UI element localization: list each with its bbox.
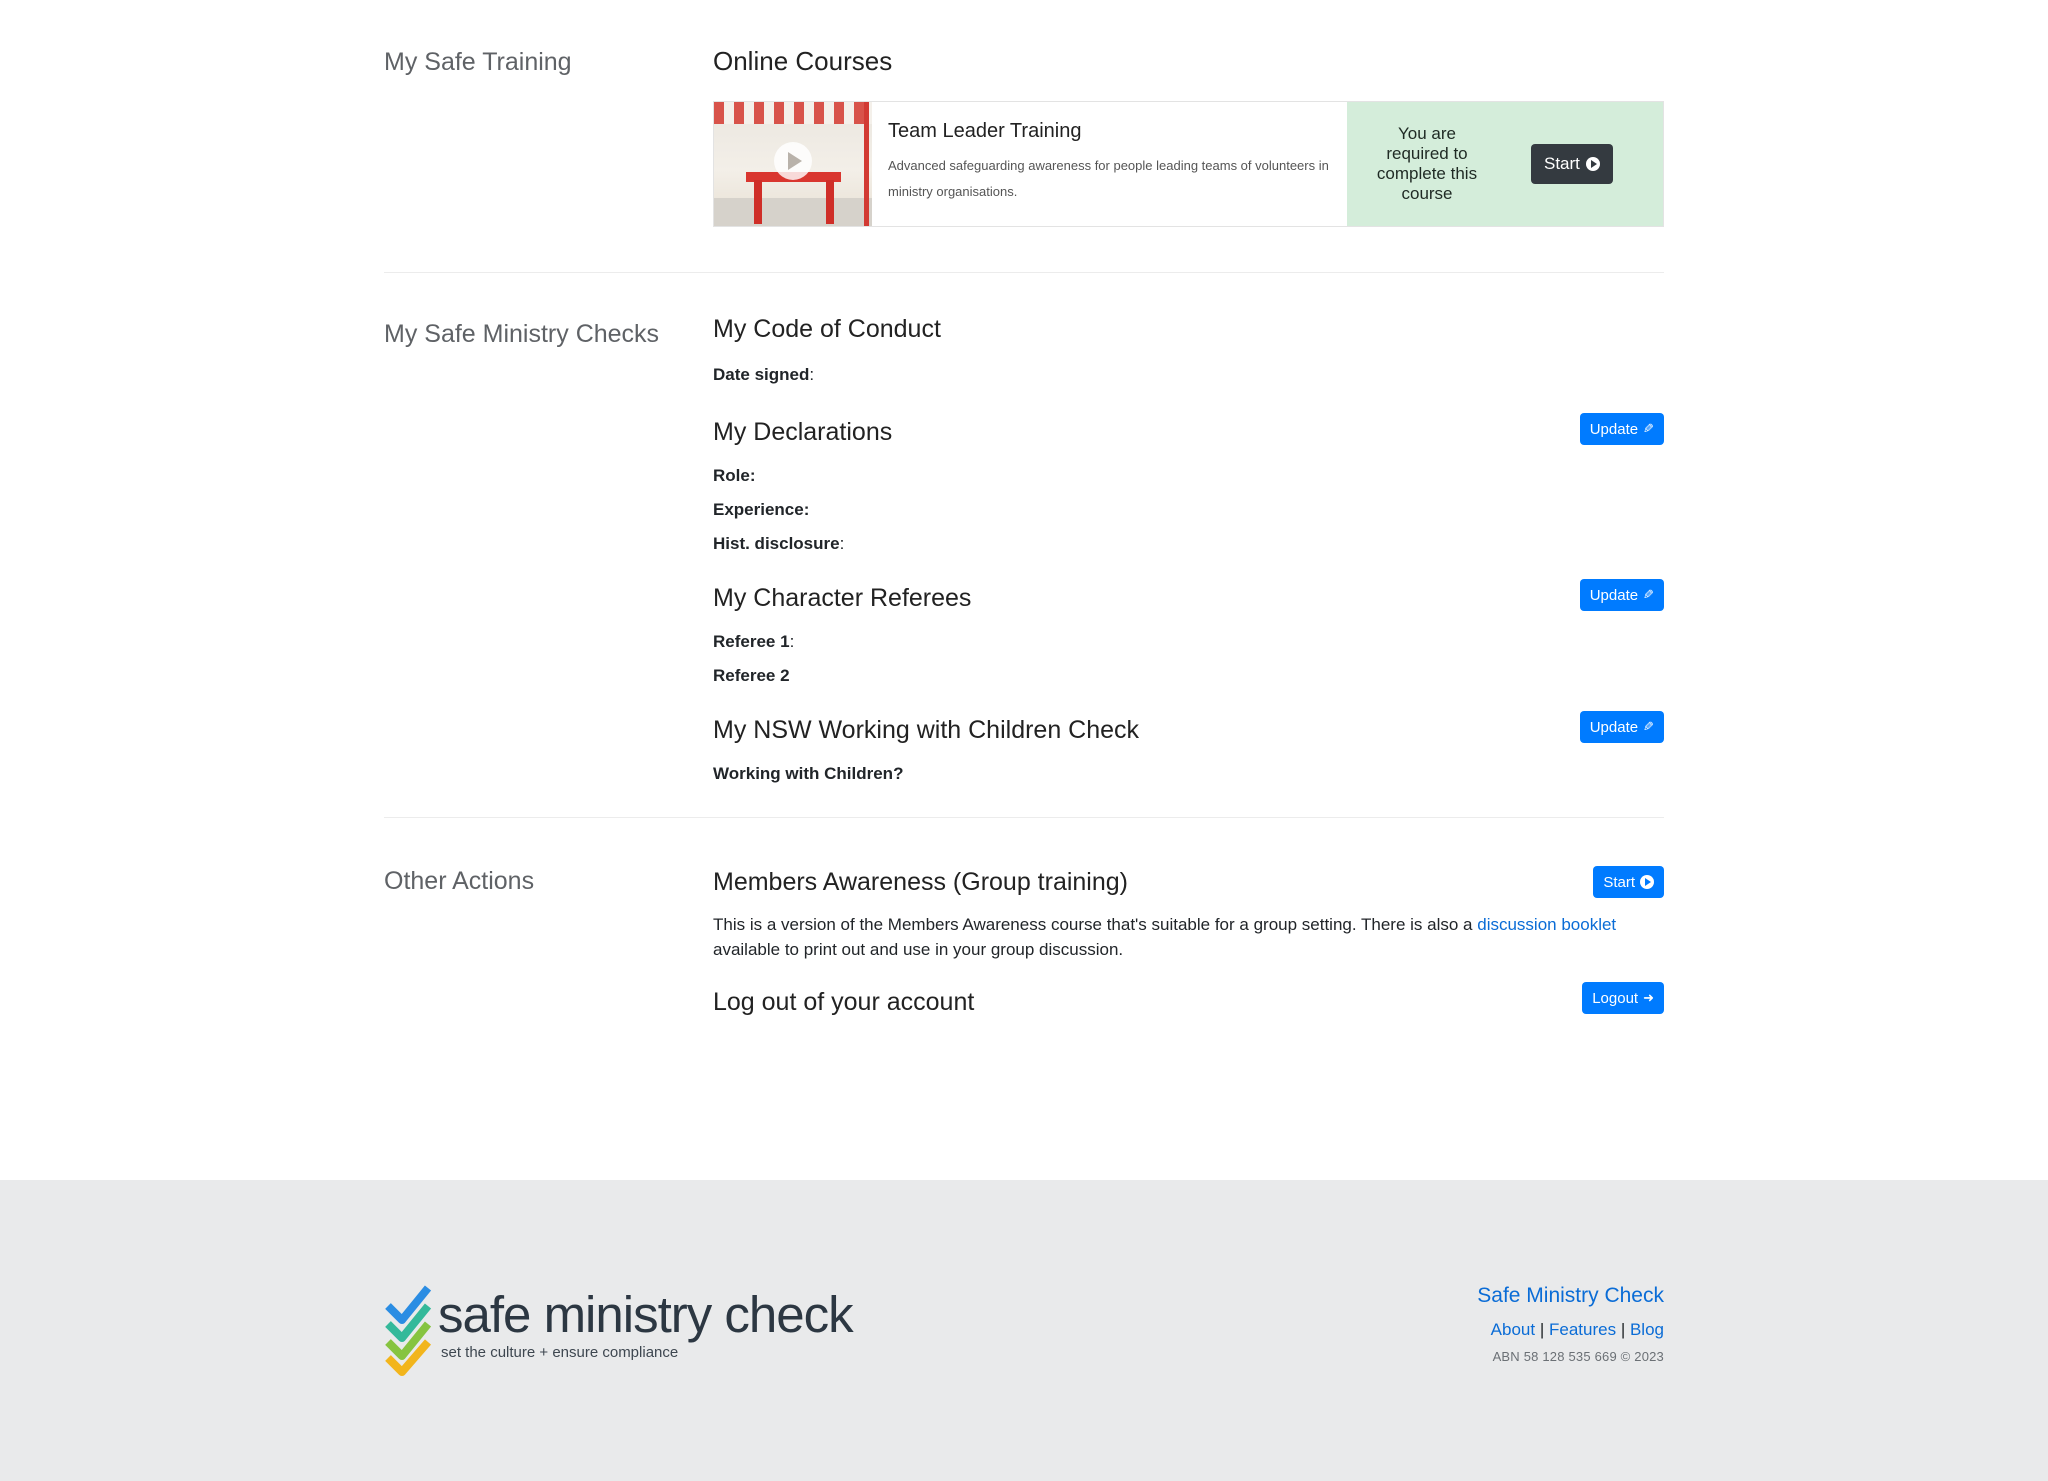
members-awareness-description: This is a version of the Members Awarene…: [713, 912, 1664, 962]
footer-separator: |: [1620, 1320, 1626, 1339]
section-label-other: Other Actions: [384, 867, 535, 895]
update-wwcc-label: Update: [1589, 718, 1639, 736]
experience-field: Experience:: [713, 500, 810, 519]
other-actions-section: Other Actions Members Awareness (Group t…: [384, 818, 1664, 1017]
logout-heading: Log out of your account: [713, 988, 975, 1016]
course-thumbnail[interactable]: [714, 102, 872, 226]
discussion-booklet-link[interactable]: discussion booklet: [1477, 915, 1616, 934]
update-declarations-label: Update: [1589, 420, 1639, 438]
footer-link-blog[interactable]: Blog: [1630, 1320, 1664, 1339]
course-description: Advanced safeguarding awareness for peop…: [888, 158, 1329, 199]
update-wwcc-button[interactable]: Update ✎: [1579, 711, 1664, 743]
pencil-icon: ✎: [1643, 719, 1654, 734]
site-logo[interactable]: safe ministry check set the culture + en…: [384, 1284, 854, 1376]
hist-disclosure-field: Hist. disclosure:: [713, 534, 1664, 554]
members-text-after: available to print out and use in your g…: [713, 940, 1124, 959]
footer-links-block: Safe Ministry Check About | Features | B…: [1477, 1284, 1664, 1364]
code-of-conduct-heading: My Code of Conduct: [713, 315, 941, 343]
working-with-children-field: Working with Children?: [713, 764, 904, 783]
footer-nav: About | Features | Blog: [1477, 1320, 1664, 1340]
referee-1-label: Referee 1: [713, 632, 790, 651]
members-text-before: This is a version of the Members Awarene…: [713, 915, 1478, 934]
course-status-panel: You are required to complete this course…: [1347, 102, 1663, 226]
declarations-heading: My Declarations: [713, 418, 893, 446]
course-title: Team Leader Training: [888, 120, 1082, 142]
section-label-checks: My Safe Ministry Checks: [384, 320, 660, 348]
update-declarations-button[interactable]: Update ✎: [1579, 413, 1664, 445]
footer-title-link[interactable]: Safe Ministry Check: [1477, 1284, 1664, 1308]
logout-button[interactable]: Logout ➜: [1582, 982, 1664, 1014]
referees-heading: My Character Referees: [713, 584, 972, 612]
logout-label: Logout: [1592, 989, 1639, 1007]
course-required-text: You are required to complete this course: [1376, 124, 1478, 203]
logo-tagline: set the culture + ensure compliance: [441, 1344, 679, 1361]
role-field: Role:: [713, 466, 756, 485]
footer-link-about[interactable]: About: [1491, 1320, 1535, 1339]
abn-copyright: ABN 58 128 535 669 © 2023: [1492, 1349, 1664, 1364]
date-signed-label: Date signed: [713, 365, 810, 384]
section-label-training: My Safe Training: [384, 48, 572, 76]
update-referees-label: Update: [1589, 586, 1639, 604]
hist-disclosure-colon: :: [839, 534, 845, 553]
referee-2-field: Referee 2: [713, 666, 790, 685]
logout-icon: ➜: [1643, 990, 1654, 1005]
play-circle-icon: [1640, 875, 1654, 889]
referee-1-field: Referee 1:: [713, 632, 1664, 652]
logo-wordmark: safe ministry check: [438, 1286, 854, 1343]
play-circle-icon: [1585, 157, 1600, 171]
date-signed-field: Date signed:: [713, 365, 1664, 385]
footer: safe ministry check set the culture + en…: [0, 1180, 2048, 1481]
update-referees-button[interactable]: Update ✎: [1579, 579, 1664, 611]
members-awareness-heading: Members Awareness (Group training): [713, 868, 1128, 896]
checks-section: My Safe Ministry Checks My Code of Condu…: [384, 273, 1664, 784]
play-icon[interactable]: [774, 142, 812, 180]
hist-disclosure-label: Hist. disclosure: [713, 534, 840, 553]
main-content: My Safe Training Online Courses Team Lea…: [384, 0, 1664, 1017]
wwcc-heading: My NSW Working with Children Check: [713, 716, 1140, 744]
training-section: My Safe Training Online Courses Team Lea…: [384, 0, 1664, 227]
course-card: Team Leader Training Advanced safeguardi…: [713, 101, 1664, 227]
online-courses-heading: Online Courses: [713, 46, 893, 76]
start-course-button[interactable]: Start: [1531, 144, 1613, 184]
referee-1-colon: :: [789, 632, 795, 651]
checkmark-logo-icon: [385, 1285, 432, 1376]
date-signed-colon: :: [809, 365, 815, 384]
footer-separator: |: [1539, 1320, 1545, 1339]
footer-link-features[interactable]: Features: [1549, 1320, 1616, 1339]
pencil-icon: ✎: [1643, 587, 1654, 602]
pencil-icon: ✎: [1643, 421, 1654, 436]
start-members-awareness-label: Start: [1603, 873, 1635, 891]
start-course-label: Start: [1544, 154, 1580, 173]
start-members-awareness-button[interactable]: Start: [1593, 866, 1664, 898]
